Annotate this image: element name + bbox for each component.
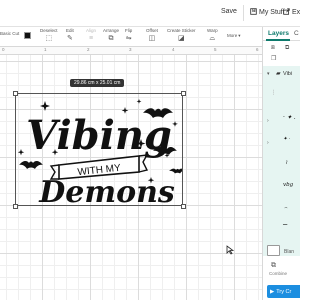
operation-select[interactable]: Basic Cut [0, 31, 19, 37]
warp-icon: ⌓ [209, 35, 216, 42]
layer-thumbnail: vbg [283, 182, 294, 188]
horizontal-ruler: 0 1 2 3 4 5 6 [0, 47, 262, 55]
more-button[interactable]: More ▾ [227, 33, 241, 39]
layers-panel: Layers C ⧈ ⧉ ❐ ▾ ▰ Vibi ┆ › · ✦ . › ✦ · … [262, 27, 300, 300]
chevron-right-icon: › [267, 118, 269, 124]
top-header: Save My Stuff Ex [0, 0, 300, 27]
dimension-tooltip: 29.86 cm x 25.01 cm [70, 79, 125, 87]
group-icon[interactable]: ⧈ [271, 45, 275, 52]
layer-row[interactable]: ─ [263, 221, 300, 237]
selection-box[interactable] [15, 93, 183, 206]
resize-handle-bottom-left[interactable] [13, 204, 18, 209]
sticker-icon: ◪ [177, 35, 185, 42]
resize-handle-bottom-right[interactable] [181, 204, 186, 209]
duplicate-icon[interactable]: ❐ [271, 55, 276, 62]
arrange-icon: ⧉ [108, 35, 114, 42]
create-sticker-button[interactable]: Create Sticker ◪ [167, 28, 196, 43]
resize-handle-top-left[interactable] [13, 91, 18, 96]
combine-icon[interactable]: ⧉ [271, 262, 276, 270]
tab-layers[interactable]: Layers [268, 30, 289, 37]
layer-tree-connector: ┆ [272, 90, 276, 96]
layer-thumbnail: · ✦ . [283, 114, 296, 121]
layer-row[interactable]: vbg [263, 182, 300, 197]
ungroup-icon[interactable]: ⧉ [285, 45, 289, 52]
tab-active-indicator [266, 39, 290, 41]
layer-group-row[interactable]: ▾ ▰ Vibi [263, 68, 300, 82]
flip-icon: ⇋ [125, 35, 132, 42]
layer-actions: ⧈ ⧉ ❐ [263, 43, 300, 65]
my-stuff-button[interactable]: My Stuff [250, 8, 285, 17]
align-icon: ≡ [88, 35, 94, 42]
chevron-right-icon: › [267, 140, 269, 146]
offset-icon: ◫ [148, 35, 156, 42]
export-icon [283, 8, 290, 17]
layer-row[interactable]: ⌇ [263, 160, 300, 174]
edit-icon: ✎ [66, 35, 73, 42]
folder-icon: ▰ [276, 71, 281, 77]
more-chevron-icon: ▾ [238, 33, 241, 38]
deselect-icon: ⬚ [45, 35, 53, 42]
save-button[interactable]: Save [221, 8, 237, 15]
header-divider [243, 5, 244, 21]
align-button[interactable]: Align ≡ [86, 28, 96, 43]
layer-thumbnail: ✦ · [283, 136, 291, 142]
app-window: Save My Stuff Ex Basic Cut Deselect ⬚ Ed… [0, 0, 300, 300]
deselect-button[interactable]: Deselect ⬚ [40, 28, 58, 43]
chevron-down-icon: ▾ [267, 71, 270, 77]
play-icon: ▶ [270, 288, 275, 295]
layer-row[interactable]: › ✦ · [263, 136, 300, 151]
design-canvas[interactable]: 29.86 cm x 25.01 cm Vibing WITH MY Demon… [0, 55, 262, 300]
warp-button[interactable]: Warp ⌓ [207, 28, 218, 43]
try-create-button[interactable]: ▶ Try Cr [267, 285, 300, 298]
export-button[interactable]: Ex [283, 8, 300, 17]
layer-thumbnail: ⌇ [285, 160, 288, 166]
edit-toolbar: Basic Cut Deselect ⬚ Edit ✎ Align ≡ Arra… [0, 27, 262, 47]
tab-color-sync[interactable]: C [294, 30, 299, 37]
arrange-button[interactable]: Arrange ⧉ [103, 28, 119, 43]
layer-thumbnail: ⌢ [284, 205, 288, 211]
mouse-cursor-icon [226, 245, 235, 258]
color-swatch[interactable] [24, 32, 31, 39]
resize-handle-top-right[interactable] [181, 91, 186, 96]
bookmark-icon [250, 8, 257, 17]
layer-thumbnail: ─ [283, 221, 288, 229]
offset-button[interactable]: Offset ◫ [146, 28, 158, 43]
flip-button[interactable]: Flip ⇋ [125, 28, 132, 43]
layer-row[interactable]: ⌢ [263, 205, 300, 219]
panel-tabs: Layers C [263, 27, 300, 41]
edit-button[interactable]: Edit ✎ [66, 28, 74, 43]
layer-row[interactable]: › · ✦ . [263, 114, 300, 129]
blank-canvas-swatch[interactable] [267, 245, 280, 256]
